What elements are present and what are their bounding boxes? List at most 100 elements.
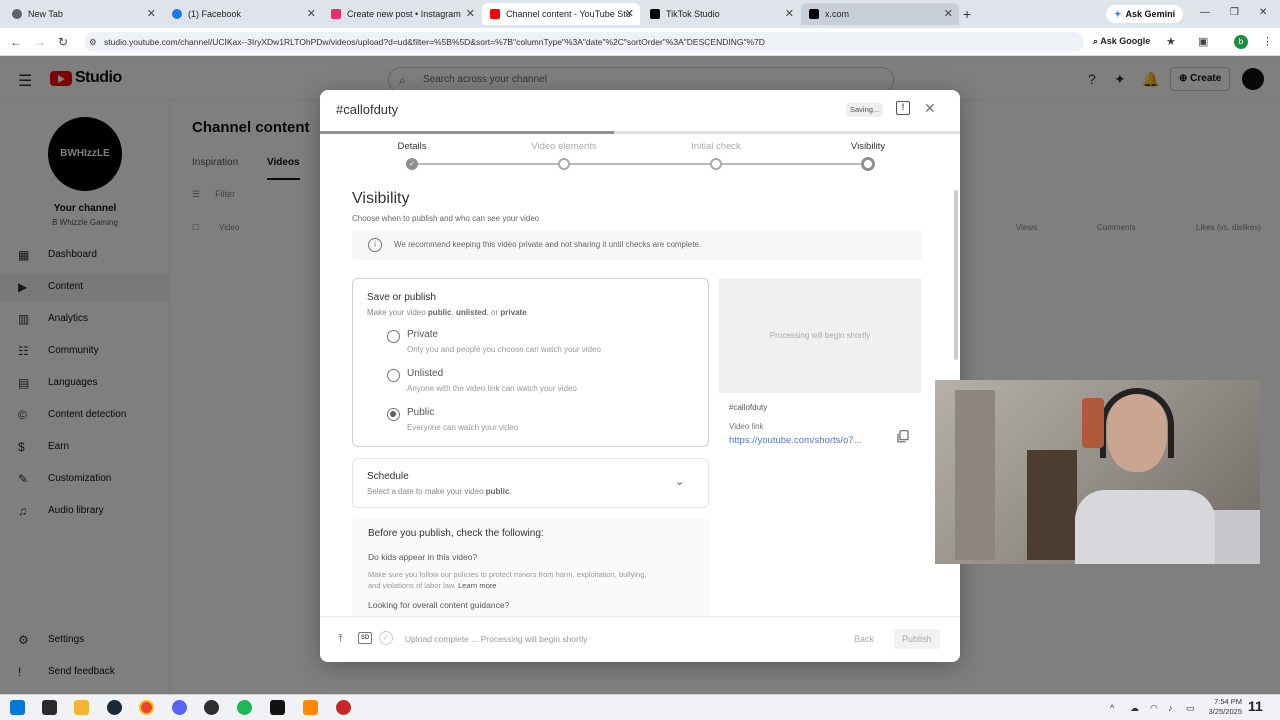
upload-status-text: Upload complete ... Processing will begi… bbox=[405, 634, 588, 644]
radio-public-label: Public bbox=[407, 407, 435, 418]
steam-icon[interactable] bbox=[107, 700, 122, 715]
new-tab-button[interactable]: + bbox=[963, 6, 971, 22]
visibility-title: Visibility bbox=[352, 190, 410, 207]
copy-icon[interactable] bbox=[897, 430, 909, 443]
obs-icon[interactable] bbox=[204, 700, 219, 715]
tab-label: x.com bbox=[825, 9, 850, 19]
radio-unlisted[interactable] bbox=[387, 369, 400, 382]
radio-private-desc: Only you and people you choose can watch… bbox=[407, 345, 601, 354]
chevron-up-icon[interactable]: ^ bbox=[1110, 703, 1114, 713]
clock-time: 7:54 PM bbox=[1214, 697, 1242, 706]
window-close-icon[interactable]: ✕ bbox=[1259, 7, 1267, 18]
onedrive-icon[interactable]: ☁ bbox=[1130, 703, 1139, 714]
checklist-guidance-question: Looking for overall content guidance? bbox=[368, 600, 510, 610]
prepublish-checklist: Before you publish, check the following:… bbox=[352, 518, 709, 616]
feedback-icon[interactable]: ! bbox=[896, 101, 910, 115]
save-or-publish-title: Save or publish bbox=[367, 292, 436, 303]
maximize-icon[interactable]: ❐ bbox=[1230, 7, 1239, 18]
upload-icon: ⤒ bbox=[338, 633, 343, 645]
wifi-icon[interactable]: ◠ bbox=[1150, 703, 1158, 714]
chrome-icon[interactable] bbox=[139, 700, 154, 715]
discord-icon[interactable] bbox=[172, 700, 187, 715]
info-text: We recommend keeping this video private … bbox=[394, 240, 702, 249]
browser-tab-x[interactable]: x.com ✕ bbox=[801, 3, 959, 25]
instagram-icon bbox=[331, 9, 341, 19]
video-link[interactable]: https://youtube.com/shorts/o7... bbox=[729, 435, 879, 446]
browser-tab-facebook[interactable]: (1) Facebook ✕ bbox=[164, 3, 322, 25]
reading-mode-icon[interactable]: ▣ bbox=[1198, 35, 1208, 48]
profile-avatar[interactable]: b bbox=[1234, 35, 1248, 49]
step-visibility-label[interactable]: Visibility bbox=[808, 141, 928, 152]
x-icon bbox=[809, 9, 819, 19]
radio-option-private[interactable]: Private Only you and people you choose c… bbox=[387, 329, 687, 363]
step-initial-check-dot[interactable] bbox=[710, 158, 722, 170]
bookmark-star-icon[interactable]: ★ bbox=[1166, 35, 1176, 48]
close-icon[interactable]: ✕ bbox=[785, 7, 794, 20]
upload-dialog: #callofduty Saving... ! ✕ Details Video … bbox=[320, 90, 960, 662]
windows-start-icon[interactable] bbox=[10, 700, 25, 715]
radio-public[interactable] bbox=[387, 408, 400, 421]
browser-tab-newtab[interactable]: New Tab ✕ bbox=[4, 3, 162, 25]
site-info-icon[interactable]: ⚙ bbox=[89, 32, 97, 52]
publish-button[interactable]: Publish bbox=[894, 629, 940, 649]
radio-option-unlisted[interactable]: Unlisted Anyone with the video link can … bbox=[387, 368, 687, 402]
vlc-icon[interactable] bbox=[303, 700, 318, 715]
schedule-panel[interactable]: Schedule Select a date to make your vide… bbox=[352, 458, 709, 508]
volume-icon[interactable]: ♪ bbox=[1168, 703, 1173, 713]
step-initial-check-label[interactable]: Initial check bbox=[656, 141, 776, 152]
step-video-elements-label[interactable]: Video elements bbox=[504, 141, 624, 152]
schedule-sub-prefix: Select a date to make your video bbox=[367, 487, 486, 496]
close-icon[interactable]: ✕ bbox=[307, 7, 316, 20]
reload-icon[interactable]: ↻ bbox=[58, 35, 68, 49]
spotify-icon[interactable] bbox=[237, 700, 252, 715]
radio-option-public[interactable]: Public Everyone can watch your video bbox=[387, 407, 687, 441]
learn-more-link[interactable]: Learn more bbox=[458, 581, 496, 590]
tab-label: (1) Facebook bbox=[188, 9, 242, 19]
close-icon[interactable]: ✕ bbox=[466, 7, 475, 20]
visibility-subtitle: Choose when to publish and who can see y… bbox=[352, 214, 540, 223]
ask-google-button[interactable]: ⌕ Ask Google bbox=[1093, 36, 1150, 47]
browser-tab-youtube-studio[interactable]: Channel content - YouTube Stu ✕ bbox=[482, 3, 640, 25]
back-arrow-icon[interactable]: ← bbox=[10, 35, 22, 49]
visibility-info-banner: i We recommend keeping this video privat… bbox=[352, 230, 922, 260]
webcam-person-shirt bbox=[1075, 490, 1215, 564]
close-icon[interactable]: ✕ bbox=[944, 7, 953, 20]
browser-tab-tiktok[interactable]: TikTok Studio ✕ bbox=[642, 3, 800, 25]
app-red-icon[interactable] bbox=[336, 700, 351, 715]
clock-date: 3/25/2025 bbox=[1208, 707, 1242, 716]
dialog-title: #callofduty bbox=[336, 102, 399, 117]
save-sub-or: , or bbox=[486, 308, 501, 317]
radio-private[interactable] bbox=[387, 330, 400, 343]
close-icon[interactable]: ✕ bbox=[147, 7, 156, 20]
checklist-kids-desc: Make sure you follow our policies to pro… bbox=[368, 569, 658, 591]
more-menu-icon[interactable]: ⋮ bbox=[1262, 35, 1273, 48]
step-details-label[interactable]: Details bbox=[352, 141, 472, 152]
taskbar-clock[interactable]: 7:54 PM 3/25/2025 bbox=[1204, 697, 1242, 717]
checks-icon: ✓ bbox=[379, 631, 393, 645]
url-field[interactable]: ⚙ studio.youtube.com/channel/UCIKax--3Ir… bbox=[84, 32, 1084, 52]
sd-quality-icon: SD bbox=[358, 632, 372, 644]
dialog-footer: ⤒ SD ✓ Upload complete ... Processing wi… bbox=[320, 616, 960, 662]
step-details-check-icon[interactable]: ✓ bbox=[406, 158, 418, 170]
battery-icon[interactable]: ▭ bbox=[1186, 703, 1195, 714]
ask-gemini-button[interactable]: ✦ Ask Gemini bbox=[1106, 5, 1184, 23]
file-explorer-icon[interactable] bbox=[74, 700, 89, 715]
back-button[interactable]: Back bbox=[846, 629, 882, 649]
schedule-subtitle: Select a date to make your video public. bbox=[367, 487, 512, 496]
app-icon[interactable] bbox=[42, 700, 57, 715]
save-or-publish-panel: Save or publish Make your video public, … bbox=[352, 278, 709, 447]
forward-arrow-icon[interactable]: → bbox=[34, 35, 46, 49]
close-icon[interactable]: ✕ bbox=[924, 100, 936, 117]
browser-tab-instagram[interactable]: Create new post • Instagram ✕ bbox=[323, 3, 481, 25]
tab-label: New Tab bbox=[28, 9, 63, 19]
chevron-down-icon[interactable]: ⌄ bbox=[675, 475, 684, 488]
dialog-scrollbar[interactable] bbox=[954, 190, 958, 360]
capcut-icon[interactable] bbox=[270, 700, 285, 715]
close-icon[interactable]: ✕ bbox=[625, 7, 634, 20]
step-visibility-dot[interactable] bbox=[861, 157, 875, 171]
radio-private-label: Private bbox=[407, 329, 439, 340]
dialog-body: Visibility Choose when to publish and wh… bbox=[320, 182, 960, 616]
step-video-elements-dot[interactable] bbox=[558, 158, 570, 170]
minimize-icon[interactable]: — bbox=[1200, 7, 1210, 18]
upload-progress-fill bbox=[320, 131, 615, 134]
